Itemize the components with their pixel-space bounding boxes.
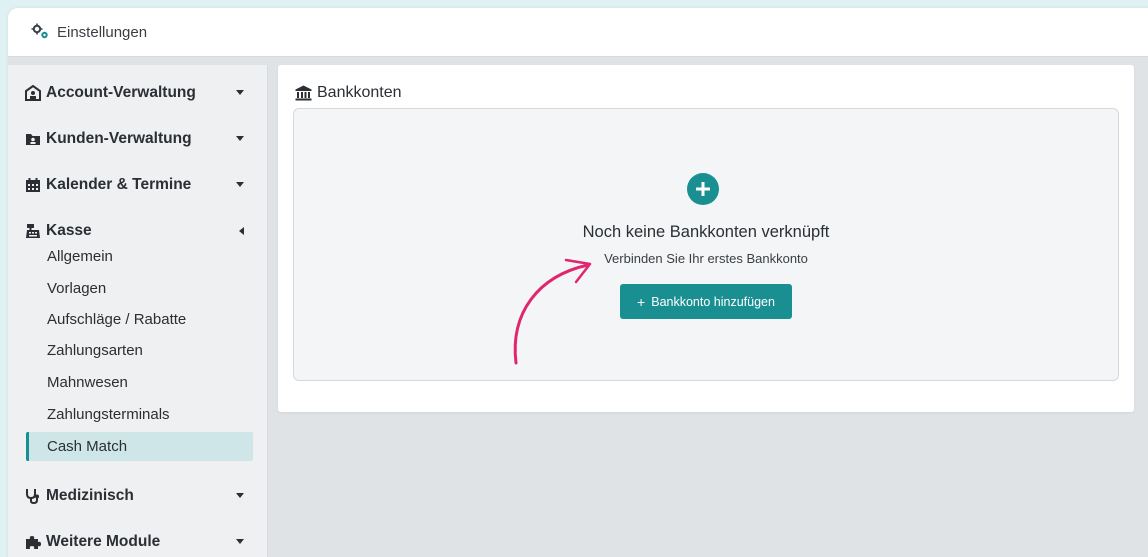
empty-state: Noch keine Bankkonten verknüpft Verbinde…: [293, 108, 1119, 381]
plus-icon: +: [637, 293, 646, 310]
sidebar-section-label: Kunden-Verwaltung: [46, 130, 192, 147]
cash-register-icon: [26, 224, 40, 238]
plus-icon: [696, 182, 710, 196]
sidebar-item-label: Zahlungsarten: [47, 342, 143, 359]
chevron-down-icon: [236, 136, 244, 141]
building-user-icon: [25, 85, 41, 101]
puzzle-icon: [26, 536, 41, 549]
bankkonten-card: Bankkonten Noch keine Bankkonten verknüp…: [278, 65, 1134, 412]
sidebar-item-label: Allgemein: [47, 248, 113, 265]
chevron-down-icon: [236, 539, 244, 544]
sidebar-item-label: Mahnwesen: [47, 374, 128, 391]
sidebar-item-zahlungsarten[interactable]: Zahlungsarten: [26, 336, 253, 365]
sidebar-section-account-verwaltung[interactable]: Account-Verwaltung: [25, 81, 250, 105]
chevron-down-icon: [236, 90, 244, 95]
bank-icon: [295, 85, 312, 101]
empty-state-subtitle: Verbinden Sie Ihr erstes Bankkonto: [604, 251, 808, 266]
sidebar-item-vorlagen[interactable]: Vorlagen: [26, 274, 253, 303]
sidebar-item-label: Aufschläge / Rabatte: [47, 311, 187, 328]
empty-state-title: Noch keine Bankkonten verknüpft: [582, 223, 830, 241]
sidebar-section-label: Kalender & Termine: [46, 176, 192, 193]
address-card-icon: [26, 134, 40, 145]
add-bank-account-label: Bankkonto hinzufügen: [651, 294, 775, 309]
sidebar-section-label: Medizinisch: [46, 487, 134, 504]
add-bank-account-icon-button[interactable]: [687, 173, 719, 205]
sidebar-item-label: Vorlagen: [47, 280, 107, 297]
annotation-arrow-icon: [513, 258, 592, 365]
stethoscope-icon: [26, 489, 39, 504]
card-title: Bankkonten: [295, 84, 402, 102]
sidebar-item-zahlungsterminals[interactable]: Zahlungsterminals: [26, 400, 253, 429]
sidebar-section-label: Account-Verwaltung: [46, 84, 196, 101]
sidebar-section-kalender-termine[interactable]: Kalender & Termine: [25, 173, 250, 197]
page-title: Einstellungen: [57, 23, 148, 41]
sidebar-item-allgemein[interactable]: Allgemein: [26, 242, 253, 271]
add-bank-account-button[interactable]: + Bankkonto hinzufügen: [620, 284, 792, 319]
chevron-down-icon: [236, 182, 244, 187]
sidebar-item-aufschlaege-rabatte[interactable]: Aufschläge / Rabatte: [26, 305, 253, 334]
sidebar-item-mahnwesen[interactable]: Mahnwesen: [26, 368, 253, 397]
sidebar-section-kasse[interactable]: Kasse: [25, 219, 250, 243]
sidebar-section-label: Kasse: [46, 222, 92, 239]
settings-window: Einstellungen Account-Verwaltung Kunden-…: [8, 8, 1148, 557]
card-title-text: Bankkonten: [317, 84, 402, 101]
chevron-left-icon: [239, 227, 244, 235]
sidebar-section-label: Weitere Module: [46, 533, 161, 550]
sidebar-item-label: Zahlungsterminals: [47, 406, 170, 423]
gears-icon: [31, 23, 48, 39]
chevron-down-icon: [236, 493, 244, 498]
sidebar-item-cash-match[interactable]: Cash Match: [26, 432, 253, 461]
sidebar: Account-Verwaltung Kunden-Verwaltung Kal…: [8, 65, 268, 557]
sidebar-item-label: Cash Match: [47, 438, 128, 455]
sidebar-section-kunden-verwaltung[interactable]: Kunden-Verwaltung: [25, 127, 250, 151]
top-bar: Einstellungen: [8, 8, 1148, 57]
sidebar-section-medizinisch[interactable]: Medizinisch: [25, 484, 250, 508]
sidebar-section-weitere-module[interactable]: Weitere Module: [25, 530, 250, 554]
calendar-icon: [26, 178, 40, 192]
